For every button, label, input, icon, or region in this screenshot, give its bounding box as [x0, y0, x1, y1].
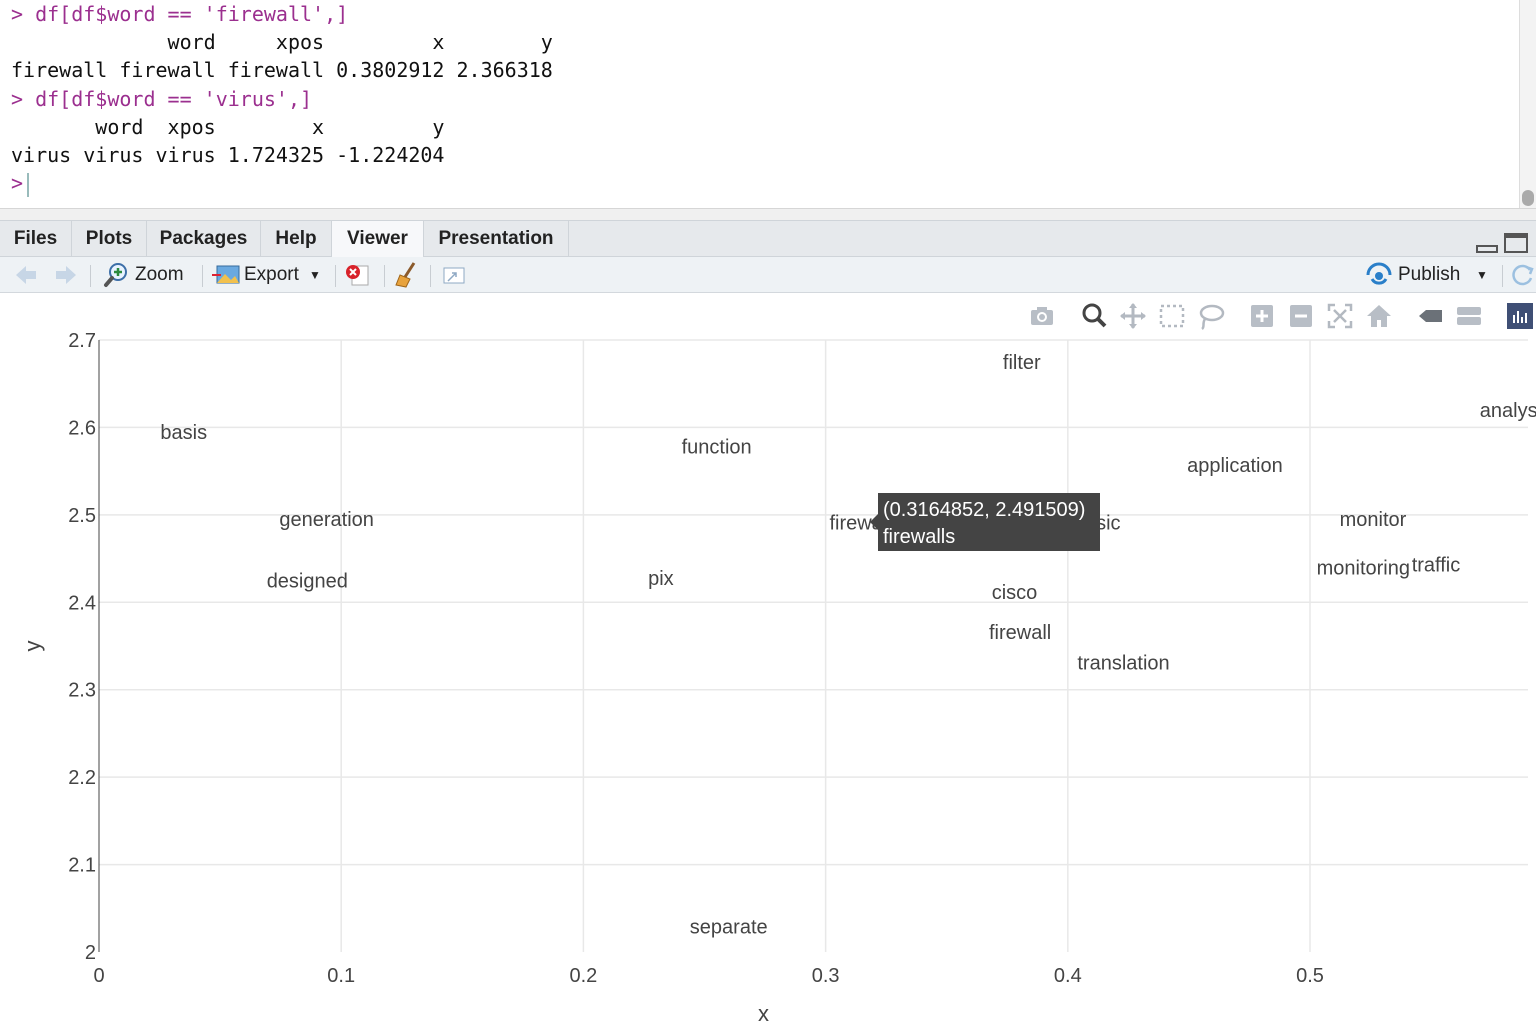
- x-tick-label: 0.3: [812, 965, 840, 987]
- console-output-line: word xpos x y: [11, 30, 553, 55]
- tab-help[interactable]: Help: [261, 221, 332, 257]
- console-output-line: virus virus virus 1.724325 -1.224204: [11, 142, 445, 167]
- text-cursor: [27, 172, 30, 197]
- x-tick-label: 0: [93, 965, 104, 987]
- word-label-point: separate: [690, 917, 768, 939]
- word-label-point: function: [682, 437, 752, 459]
- y-axis-title: y: [20, 641, 45, 652]
- magnifier-icon: [104, 263, 127, 287]
- clear-all-broom-icon[interactable]: [392, 257, 422, 293]
- tab-plots[interactable]: Plots: [72, 221, 147, 257]
- x-axis-title: x: [758, 1001, 769, 1025]
- publish-label: Publish: [1398, 264, 1461, 285]
- export-menu-button[interactable]: Export ▼: [211, 257, 326, 293]
- y-tick-label: 2.1: [68, 855, 96, 877]
- word-label-point: cisco: [992, 582, 1038, 604]
- word-label-point: firewall: [989, 622, 1051, 644]
- console-command-line: > df[df$word == 'firewall',]: [11, 2, 349, 26]
- chevron-down-icon: ▼: [309, 268, 321, 282]
- arrow-right-icon[interactable]: [52, 257, 80, 293]
- tooltip-coords: (0.3164852, 2.491509): [883, 499, 1086, 521]
- publish-menu-button[interactable]: Publish ▼: [1364, 257, 1494, 293]
- y-tick-label: 2.6: [68, 417, 96, 439]
- viewer-pane-tabbar: Files Plots Packages Help Viewer Present…: [0, 220, 1536, 257]
- y-tick-label: 2.3: [68, 680, 96, 702]
- plotly-chart[interactable]: 0 0.1 0.2 0.3 0.4 0.5 2 2.1 2.2 2.3 2.4 2.5 2.6 2.7 x y…: [0, 293, 1536, 1025]
- tab-presentation[interactable]: Presentation: [424, 221, 569, 257]
- viewer-toolbar: Zoom Export ▼ Publish ▼: [0, 257, 1536, 293]
- console-output-line: word xpos x y: [11, 114, 445, 139]
- hover-tooltip: (0.3164852, 2.491509) firewalls: [870, 493, 1100, 551]
- y-tick-label: 2: [85, 942, 96, 964]
- prompt-symbol: >: [11, 171, 24, 196]
- console-command-line: > df[df$word == 'virus',]: [11, 86, 313, 111]
- refresh-icon[interactable]: [1508, 257, 1536, 293]
- word-label-point: monitoring: [1317, 557, 1410, 579]
- x-tick-label: 0.1: [327, 965, 355, 987]
- y-tick-label: 2.7: [68, 330, 96, 352]
- publish-icon: [1366, 262, 1392, 285]
- word-label-point: pix: [648, 568, 674, 590]
- zoom-label: Zoom: [135, 264, 184, 285]
- y-tick-label: 2.5: [68, 505, 96, 527]
- tab-packages[interactable]: Packages: [147, 221, 261, 257]
- show-in-new-window-icon[interactable]: [438, 257, 468, 293]
- tooltip-label: firewalls: [883, 526, 956, 548]
- y-tick-label: 2.2: [68, 767, 96, 789]
- word-label-point: monitor: [1340, 509, 1407, 531]
- word-label-point: designed: [267, 570, 348, 592]
- word-label-point: translation: [1077, 653, 1169, 675]
- maximize-pane-icon[interactable]: [1504, 233, 1528, 253]
- export-image-icon: [212, 265, 240, 284]
- console-scroll-thumb[interactable]: [1522, 190, 1534, 206]
- remove-viewer-item-icon[interactable]: [342, 257, 372, 293]
- word-label-point: application: [1187, 455, 1283, 477]
- chevron-down-icon: ▼: [1476, 268, 1488, 282]
- chart-area[interactable]: 0 0.1 0.2 0.3 0.4 0.5 2 2.1 2.2 2.3 2.4 2.5 2.6 2.7 x y…: [0, 293, 1536, 1025]
- export-label: Export: [244, 264, 299, 285]
- x-tick-label: 0.2: [570, 965, 598, 987]
- console-output-line: firewall firewall firewall 0.3802912 2.3…: [11, 58, 553, 83]
- zoom-button[interactable]: Zoom: [102, 257, 192, 293]
- word-label-point: basis: [160, 422, 207, 444]
- x-tick-label: 0.5: [1296, 965, 1324, 987]
- arrow-left-icon[interactable]: [12, 257, 40, 293]
- x-tick-label: 0.4: [1054, 965, 1082, 987]
- r-console[interactable]: > df[df$word == 'firewall',] word xpos x…: [0, 0, 1520, 208]
- word-label-point: filter: [1003, 352, 1041, 374]
- word-label-point: analysis: [1480, 400, 1536, 422]
- tab-files[interactable]: Files: [0, 221, 72, 257]
- y-tick-label: 2.4: [68, 592, 96, 614]
- word-label-point: generation: [279, 509, 374, 531]
- minimize-pane-icon[interactable]: [1476, 245, 1498, 253]
- console-scrollbar[interactable]: [1519, 0, 1536, 208]
- tab-viewer[interactable]: Viewer: [332, 221, 424, 257]
- word-label-point: traffic: [1412, 555, 1461, 577]
- console-prompt[interactable]: >: [11, 169, 1520, 197]
